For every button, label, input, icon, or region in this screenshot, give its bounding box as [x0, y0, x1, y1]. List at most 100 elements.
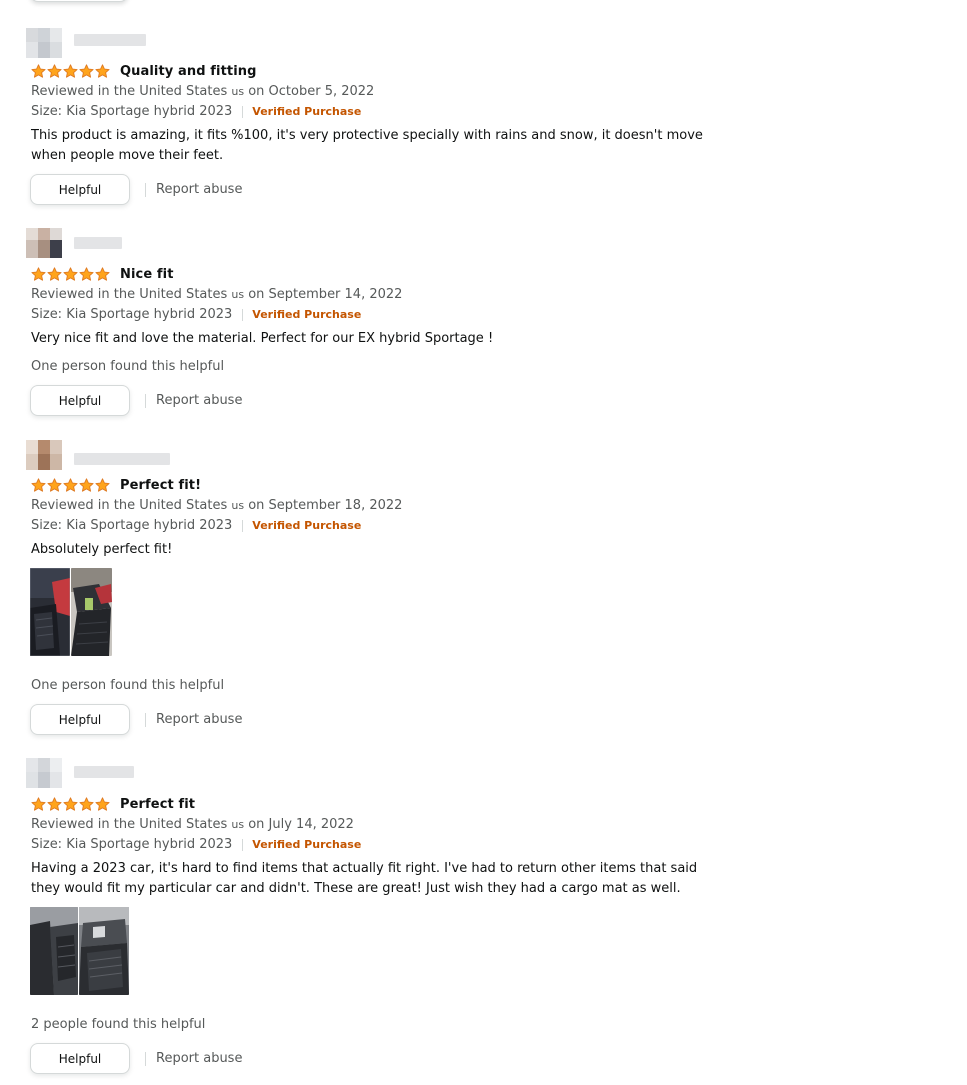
- star-icon: [79, 63, 94, 78]
- divider: [145, 712, 146, 727]
- rating-row: Nice fit: [31, 264, 174, 284]
- previous-helpful-button[interactable]: [30, 0, 128, 2]
- review-image-thumbnail[interactable]: [79, 907, 129, 995]
- helpful-button[interactable]: Helpful: [30, 1043, 130, 1074]
- size-label[interactable]: Size: Kia Sportage hybrid 2023: [31, 104, 232, 119]
- divider: [145, 1051, 146, 1066]
- size-label[interactable]: Size: Kia Sportage hybrid 2023: [31, 307, 232, 322]
- size-label[interactable]: Size: Kia Sportage hybrid 2023: [31, 837, 232, 852]
- helpful-count: One person found this helpful: [31, 359, 225, 374]
- review-title[interactable]: Perfect fit!: [120, 478, 201, 493]
- review-country-code: us: [231, 288, 245, 301]
- star-icon: [47, 266, 62, 281]
- car-floor-mat-image: [30, 907, 78, 995]
- car-floor-mat-image: [79, 907, 129, 995]
- verified-purchase-badge: Verified Purchase: [252, 838, 362, 851]
- car-floor-mat-image: [71, 568, 112, 656]
- star-icon: [63, 63, 78, 78]
- helpful-button[interactable]: Helpful: [30, 174, 130, 205]
- review-location: Reviewed in the United States: [31, 287, 232, 302]
- review-image-thumbnail[interactable]: [71, 568, 112, 656]
- star-icon: [79, 477, 94, 492]
- star-icon: [31, 266, 46, 281]
- review-country-code: us: [231, 85, 245, 98]
- reviewer-profile[interactable]: [26, 228, 226, 258]
- size-label[interactable]: Size: Kia Sportage hybrid 2023: [31, 518, 232, 533]
- review-format-strip: Size: Kia Sportage hybrid 2023 Verified …: [31, 518, 361, 533]
- helpful-button[interactable]: Helpful: [30, 385, 130, 416]
- review-actions: Helpful Report abuse: [30, 174, 242, 205]
- review-actions: Helpful Report abuse: [30, 385, 242, 416]
- report-abuse-link[interactable]: Report abuse: [156, 182, 242, 197]
- star-icon: [47, 477, 62, 492]
- star-icon: [47, 63, 62, 78]
- review-country-code: us: [231, 499, 245, 512]
- star-icon: [63, 477, 78, 492]
- review-date-text: on September 18, 2022: [244, 498, 403, 513]
- star-rating[interactable]: [31, 477, 110, 493]
- avatar: [26, 228, 62, 258]
- divider: [242, 105, 244, 118]
- review-images: [30, 907, 129, 995]
- report-abuse-link[interactable]: Report abuse: [156, 712, 242, 727]
- divider: [242, 838, 244, 851]
- star-icon: [95, 477, 110, 492]
- review-body: Having a 2023 car, it's hard to find ite…: [31, 861, 698, 896]
- star-icon: [79, 796, 94, 811]
- star-icon: [95, 796, 110, 811]
- review-image-thumbnail[interactable]: [30, 568, 70, 656]
- review-date: Reviewed in the United States us on Sept…: [31, 287, 402, 302]
- review-country-code: us: [231, 818, 245, 831]
- car-floor-mat-image: [30, 568, 70, 656]
- reviewer-profile[interactable]: [26, 28, 226, 58]
- avatar: [26, 758, 62, 788]
- review-date: Reviewed in the United States us on Sept…: [31, 498, 402, 513]
- verified-purchase-badge: Verified Purchase: [252, 105, 362, 118]
- rating-row: Quality and fitting: [31, 61, 257, 81]
- review-actions: Helpful Report abuse: [30, 1043, 242, 1074]
- reviewer-name-blurred: [74, 34, 146, 46]
- report-abuse-link[interactable]: Report abuse: [156, 1051, 242, 1066]
- star-rating[interactable]: [31, 63, 110, 79]
- reviewer-name-blurred: [74, 237, 122, 249]
- rating-row: Perfect fit: [31, 794, 195, 814]
- review-format-strip: Size: Kia Sportage hybrid 2023 Verified …: [31, 104, 361, 119]
- star-icon: [47, 796, 62, 811]
- divider: [145, 182, 146, 197]
- star-icon: [95, 63, 110, 78]
- star-icon: [31, 796, 46, 811]
- review-body: Very nice fit and love the material. Per…: [31, 331, 494, 346]
- reviewer-name-blurred: [74, 453, 170, 465]
- helpful-count: One person found this helpful: [31, 678, 225, 693]
- helpful-button[interactable]: Helpful: [30, 704, 130, 735]
- review-location: Reviewed in the United States: [31, 84, 232, 99]
- rating-row: Perfect fit!: [31, 475, 201, 495]
- star-icon: [63, 796, 78, 811]
- report-abuse-link[interactable]: Report abuse: [156, 393, 242, 408]
- star-icon: [79, 266, 94, 281]
- helpful-count: 2 people found this helpful: [31, 1017, 206, 1032]
- divider: [242, 308, 244, 321]
- reviewer-profile[interactable]: [26, 758, 226, 788]
- star-icon: [31, 63, 46, 78]
- review-body: This product is amazing, it fits %100, i…: [31, 128, 703, 163]
- review-date: Reviewed in the United States us on July…: [31, 817, 354, 832]
- star-rating[interactable]: [31, 796, 110, 812]
- review-images: [30, 568, 112, 656]
- review-format-strip: Size: Kia Sportage hybrid 2023 Verified …: [31, 307, 361, 322]
- star-icon: [63, 266, 78, 281]
- review-title[interactable]: Perfect fit: [120, 797, 195, 812]
- review-date: Reviewed in the United States us on Octo…: [31, 84, 374, 99]
- star-icon: [31, 477, 46, 492]
- review-title[interactable]: Nice fit: [120, 267, 174, 282]
- review-date-text: on September 14, 2022: [244, 287, 403, 302]
- review-date-text: on July 14, 2022: [244, 817, 354, 832]
- avatar: [26, 28, 62, 58]
- review-format-strip: Size: Kia Sportage hybrid 2023 Verified …: [31, 837, 361, 852]
- star-rating[interactable]: [31, 266, 110, 282]
- review-location: Reviewed in the United States: [31, 817, 232, 832]
- reviewer-name-blurred: [74, 766, 134, 778]
- review-image-thumbnail[interactable]: [30, 907, 78, 995]
- review-title[interactable]: Quality and fitting: [120, 64, 257, 79]
- reviewer-profile[interactable]: [26, 440, 226, 470]
